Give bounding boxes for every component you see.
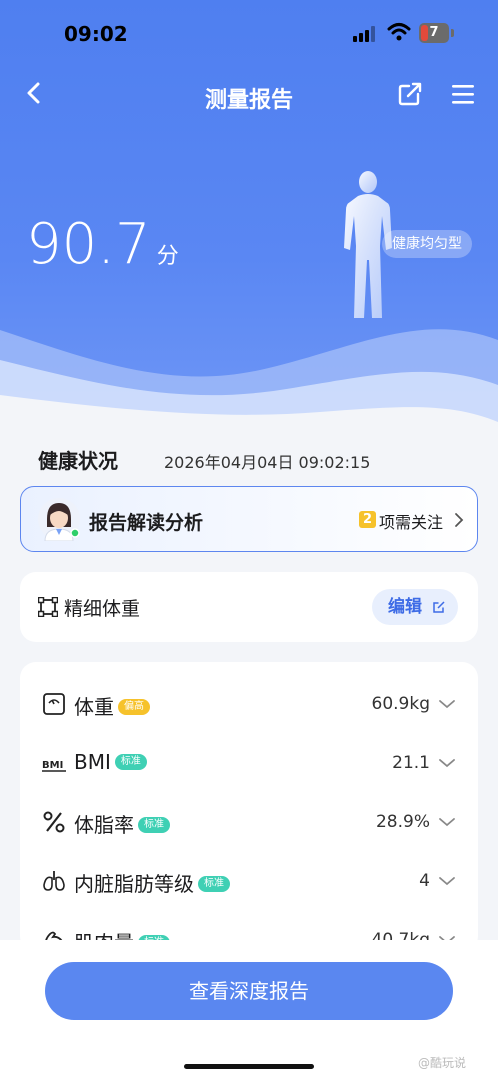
- edit-button[interactable]: 编辑: [372, 589, 458, 625]
- share-icon[interactable]: [396, 80, 424, 108]
- status-tag: 标准: [114, 753, 147, 770]
- attention-count-badge: 2: [359, 511, 376, 528]
- chevron-down-icon: [439, 759, 455, 768]
- menu-icon[interactable]: [450, 82, 476, 106]
- signal-icon: [353, 26, 375, 42]
- metric-value: 28.9%: [375, 812, 430, 832]
- bmi-icon: BMI: [42, 760, 66, 772]
- chevron-down-icon: [439, 877, 455, 886]
- metric-value: 4: [419, 871, 430, 891]
- health-status: 健康状况: [38, 445, 118, 474]
- metric-value: 60.9kg: [371, 694, 431, 714]
- battery-level: 7: [429, 25, 439, 40]
- measurement-timestamp: 2026年04月04日 09:02:15: [164, 453, 371, 472]
- navigation-bar: 测量报告: [0, 70, 498, 120]
- chevron-right-icon: [455, 513, 464, 527]
- metric-row-visceral-fat[interactable]: 内脏脂肪等级 标准 4: [20, 853, 478, 911]
- battery-tip: [451, 29, 454, 37]
- status-tag: 标准: [198, 875, 230, 892]
- metric-label: 体重: [74, 695, 114, 719]
- battery-icon: 7: [419, 23, 449, 43]
- metric-value: 21.1: [392, 753, 430, 773]
- edit-icon: [433, 601, 445, 613]
- health-title: 健康状况: [38, 449, 118, 473]
- chevron-down-icon: [439, 818, 455, 827]
- lungs-icon: [43, 871, 65, 891]
- metric-label: 体脂率: [74, 813, 134, 837]
- report-analysis-card[interactable]: 报告解读分析 2 项需关注: [20, 486, 478, 552]
- body-type-badge: 健康均匀型: [382, 230, 472, 258]
- watermark: @酷玩说: [418, 1056, 467, 1070]
- chevron-down-icon: [439, 700, 455, 709]
- metric-row-body-fat[interactable]: 体脂率 标准 28.9%: [20, 794, 478, 852]
- precise-weight-label: 精细体重: [64, 598, 141, 620]
- status-tag: 偏高: [118, 698, 150, 715]
- score-value: 90.7: [26, 212, 151, 277]
- view-deep-report-button[interactable]: 查看深度报告: [45, 962, 453, 1020]
- status-bar: 09:02 7: [0, 0, 498, 70]
- score-unit: 分: [156, 244, 179, 269]
- doctor-avatar-icon: [38, 498, 80, 541]
- metric-label: 内脏脂肪等级: [74, 872, 194, 896]
- status-tag: 标准: [138, 816, 170, 833]
- percent-icon: [43, 811, 65, 833]
- analysis-title: 报告解读分析: [89, 512, 204, 534]
- wifi-icon: [387, 23, 411, 41]
- health-score: 90.7 分: [26, 212, 179, 277]
- scan-frame-icon: [38, 597, 58, 617]
- edit-button-label: 编辑: [388, 597, 422, 617]
- attention-text: 项需关注: [379, 513, 444, 532]
- wave-decoration: [0, 329, 498, 430]
- status-time: 09:02: [64, 22, 128, 46]
- svg-text:BMI: BMI: [42, 760, 63, 771]
- metric-row-bmi[interactable]: BMI BMI 标准 21.1: [20, 735, 478, 793]
- metrics-list: 体重 偏高 60.9kg BMI BMI 标准 21.1 体脂率 标准 28.9% 内…: [20, 662, 478, 952]
- home-indicator: [184, 1064, 314, 1069]
- precise-weight-card: 精细体重 编辑: [20, 572, 478, 642]
- metric-label: BMI: [74, 750, 111, 774]
- scale-icon: [43, 693, 65, 715]
- metric-row-weight[interactable]: 体重 偏高 60.9kg: [20, 676, 478, 734]
